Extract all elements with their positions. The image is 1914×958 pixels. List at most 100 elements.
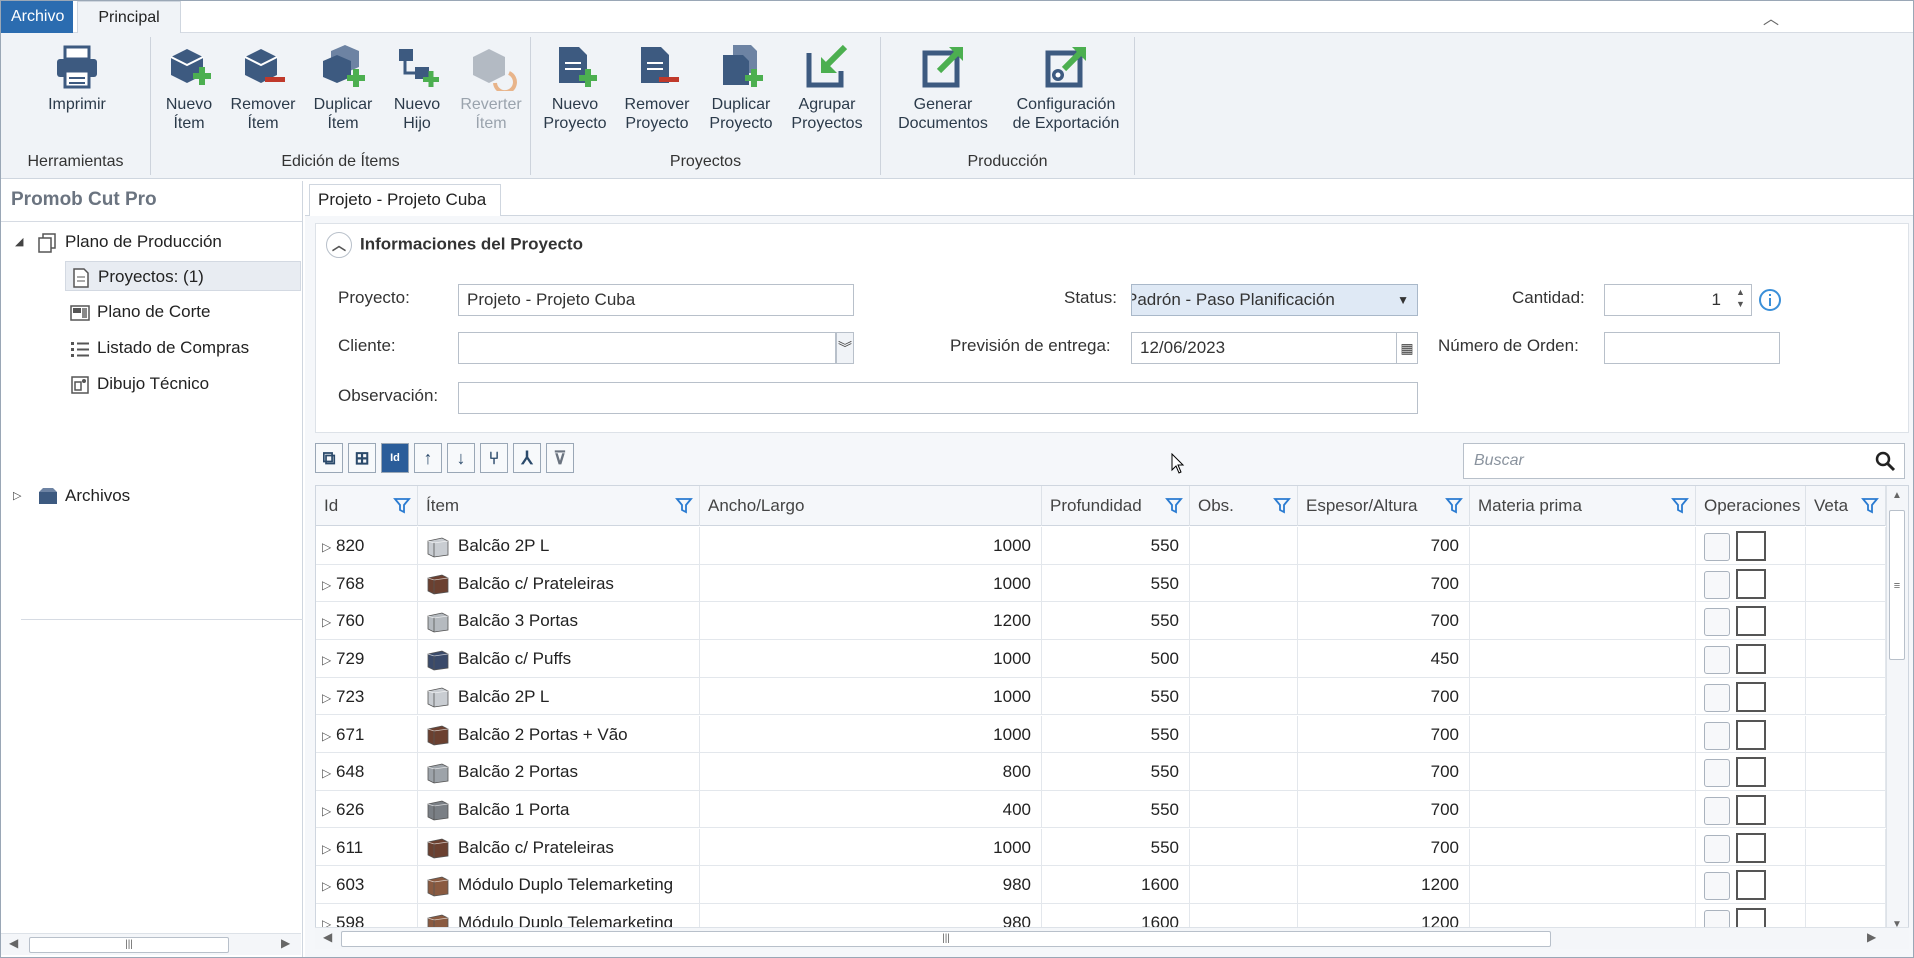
sidebar-item-listado-compras[interactable]: Listado de Compras [69, 333, 249, 363]
col-operaciones-header[interactable]: Operaciones [1696, 486, 1806, 526]
chevron-up-icon[interactable]: ︿ [326, 232, 352, 258]
table-row[interactable]: ▷ 723 Balcão 2P L 1000 550 700 [316, 677, 1886, 716]
scroll-up-icon[interactable]: ▲ [1892, 490, 1902, 501]
split-icon[interactable]: ⅄ [513, 443, 541, 473]
operation-slot-icon[interactable] [1704, 834, 1730, 863]
filter-icon[interactable] [1671, 496, 1689, 514]
clear-filter-icon[interactable]: ⊽ [546, 443, 574, 473]
move-down-icon[interactable]: ↓ [447, 443, 475, 473]
operation-checkbox[interactable] [1736, 794, 1766, 825]
operation-slot-icon[interactable] [1704, 759, 1730, 788]
scroll-left-icon[interactable]: ◀ [323, 930, 332, 944]
operation-slot-icon[interactable] [1704, 533, 1730, 561]
tree-archivos[interactable]: Archivos [37, 481, 130, 511]
tab-principal[interactable]: Principal [77, 1, 181, 34]
operation-checkbox[interactable] [1736, 719, 1766, 750]
new-item-button[interactable]: Nuevo Ítem [157, 43, 221, 133]
expand-row-icon[interactable]: ▷ [322, 680, 336, 715]
operation-checkbox[interactable] [1736, 644, 1766, 675]
toggle-id-button[interactable]: Id [381, 443, 409, 473]
operation-checkbox[interactable] [1736, 757, 1766, 788]
expand-row-icon[interactable]: ▷ [322, 642, 336, 677]
operation-slot-icon[interactable] [1704, 872, 1730, 901]
scroll-right-icon[interactable]: ▶ [1867, 930, 1876, 944]
table-row[interactable]: ▷ 626 Balcão 1 Porta 400 550 700 [316, 790, 1886, 829]
col-obs-header[interactable]: Obs. [1190, 486, 1298, 526]
stepper-arrows-icon[interactable]: ▲ ▼ [1736, 286, 1745, 310]
observation-field[interactable] [458, 382, 1418, 414]
sidebar-horizontal-scrollbar[interactable]: ◀ ||| ▶ [1, 933, 301, 955]
remove-item-button[interactable]: Remover Ítem [225, 43, 301, 133]
expand-row-icon[interactable]: ▷ [322, 755, 336, 790]
operation-checkbox[interactable] [1736, 832, 1766, 863]
table-row[interactable]: ▷ 671 Balcão 2 Portas + Vão 1000 550 700 [316, 715, 1886, 753]
table-row[interactable]: ▷ 760 Balcão 3 Portas 1200 550 700 [316, 602, 1886, 640]
section-header[interactable]: ︿ Informaciones del Proyecto [326, 232, 583, 258]
search-icon[interactable] [1874, 450, 1896, 472]
col-id-header[interactable]: Id [316, 486, 418, 526]
expand-row-icon[interactable]: ▷ [322, 718, 336, 753]
table-row[interactable]: ▷ 648 Balcão 2 Portas 800 550 700 [316, 753, 1886, 791]
col-materia-prima-header[interactable]: Materia prima [1470, 486, 1696, 526]
collapse-triangle-icon[interactable]: ◢ [15, 235, 23, 248]
group-projects-button[interactable]: Agrupar Proyectos [785, 43, 869, 133]
filter-icon[interactable] [1445, 496, 1463, 514]
operation-checkbox[interactable] [1736, 870, 1766, 901]
operation-slot-icon[interactable] [1704, 646, 1730, 675]
project-field[interactable]: Projeto - Projeto Cuba [458, 284, 854, 316]
scroll-thumb[interactable]: ||| [29, 937, 229, 953]
col-item-header[interactable]: Ítem [418, 486, 700, 526]
operation-checkbox[interactable] [1736, 606, 1766, 637]
sidebar-item-proyectos[interactable]: Proyectos: (1) [65, 261, 301, 291]
search-input[interactable]: Buscar [1463, 443, 1905, 479]
filter-icon[interactable] [1165, 496, 1183, 514]
revert-item-button[interactable]: Reverter Ítem [453, 43, 529, 133]
table-row[interactable]: ▷ 611 Balcão c/ Prateleiras 1000 550 700 [316, 828, 1886, 867]
col-profundidad-header[interactable]: Profundidad [1042, 486, 1190, 526]
scroll-thumb[interactable]: ≡ [1889, 510, 1905, 660]
export-settings-button[interactable]: Configuración de Exportación [1001, 43, 1131, 133]
scroll-left-icon[interactable]: ◀ [9, 936, 18, 950]
table-row[interactable]: ▷ 729 Balcão c/ Puffs 1000 500 450 [316, 640, 1886, 678]
table-row[interactable]: ▷ 603 Módulo Duplo Telemarketing 980 1600 120… [316, 866, 1886, 904]
expand-all-icon[interactable]: ⊞ [348, 443, 376, 473]
operation-slot-icon[interactable] [1704, 683, 1730, 712]
sidebar-item-dibujo-tecnico[interactable]: Dibujo Técnico [69, 369, 209, 399]
operation-checkbox[interactable] [1736, 681, 1766, 712]
document-tab[interactable]: Projeto - Projeto Cuba [309, 184, 501, 216]
expand-triangle-icon[interactable]: ▷ [13, 489, 21, 502]
table-row[interactable]: ▷ 768 Balcão c/ Prateleiras 1000 550 700 [316, 564, 1886, 603]
scroll-right-icon[interactable]: ▶ [281, 936, 290, 950]
filter-icon[interactable] [393, 496, 411, 514]
duplicate-item-button[interactable]: Duplicar Ítem [305, 43, 381, 133]
filter-icon[interactable] [1861, 496, 1879, 514]
grid-horizontal-scrollbar[interactable]: ◀ ||| ▶ [315, 927, 1909, 949]
calendar-icon[interactable]: ▦ [1396, 332, 1418, 364]
expand-row-icon[interactable]: ▷ [322, 567, 336, 602]
grid-vertical-scrollbar[interactable]: ▲ ≡ ▼ [1886, 486, 1908, 934]
operation-checkbox[interactable] [1736, 531, 1766, 561]
generate-documents-button[interactable]: Generar Documentos [891, 43, 995, 133]
col-espesor-altura-header[interactable]: Espesor/Altura [1298, 486, 1470, 526]
expand-row-icon[interactable]: ▷ [322, 868, 336, 903]
order-number-field[interactable] [1604, 332, 1780, 364]
sidebar-item-plano-corte[interactable]: Plano de Corte [69, 297, 210, 327]
double-chevron-down-icon[interactable]: ︾ [836, 332, 854, 364]
operation-checkbox[interactable] [1736, 568, 1766, 599]
info-icon[interactable] [1758, 288, 1782, 312]
expand-row-icon[interactable]: ▷ [322, 529, 336, 564]
new-project-button[interactable]: Nuevo Proyecto [537, 43, 613, 133]
scroll-thumb[interactable]: ||| [341, 931, 1551, 947]
delivery-date-field[interactable]: 12/06/2023 [1131, 332, 1397, 364]
operation-slot-icon[interactable] [1704, 796, 1730, 825]
tree-root-plano-produccion[interactable]: Plano de Producción [37, 227, 222, 257]
new-child-button[interactable]: Nuevo Hijo [385, 43, 449, 133]
collapse-all-icon[interactable]: ⧉ [315, 443, 343, 473]
operation-slot-icon[interactable] [1704, 570, 1730, 599]
status-select[interactable]: Padrón - Paso Planificación ▼ [1131, 284, 1418, 316]
operation-slot-icon[interactable] [1704, 608, 1730, 637]
move-up-icon[interactable]: ↑ [414, 443, 442, 473]
operation-slot-icon[interactable] [1704, 721, 1730, 750]
chevron-up-icon[interactable]: ︿ [1759, 5, 1783, 28]
tab-archivo[interactable]: Archivo [1, 1, 73, 33]
